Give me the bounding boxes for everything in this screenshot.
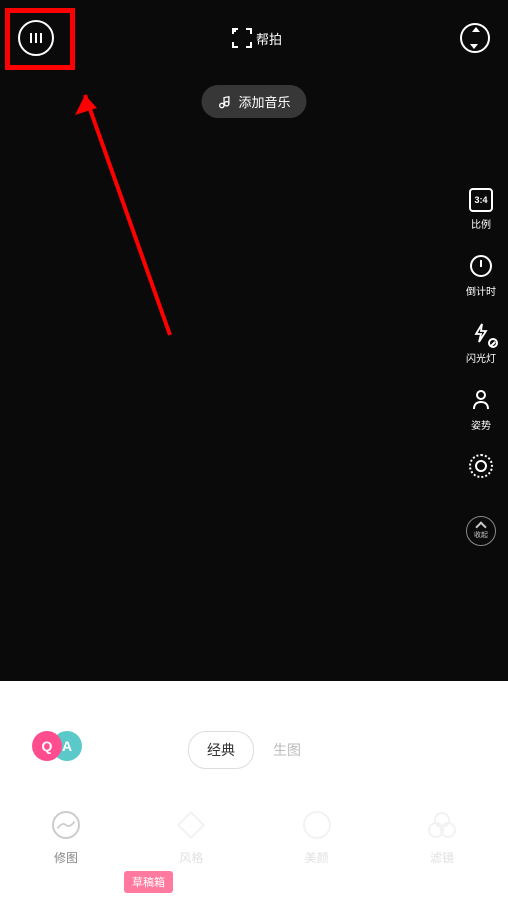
tab-raw[interactable]: 生图 — [254, 731, 320, 769]
beauty-button[interactable] — [469, 454, 493, 482]
timer-button[interactable]: 倒计时 — [466, 253, 496, 298]
ratio-label: 比例 — [471, 216, 491, 231]
bottom-panel: Q A 经典 生图 修图 风格 美颜 滤镜 草稿箱 — [0, 681, 508, 905]
switch-camera-button[interactable] — [460, 23, 490, 53]
style-label: 风格 — [179, 849, 203, 866]
flash-button[interactable]: 闪光灯 — [466, 320, 496, 365]
camera-viewport: 帮拍 添加音乐 3:4 比例 倒计时 闪光灯 — [0, 0, 508, 681]
pose-icon — [470, 389, 492, 411]
aspect-ratio-button[interactable]: 3:4 比例 — [469, 188, 493, 231]
beauty-face-button[interactable]: 美颜 — [301, 809, 333, 866]
pose-button[interactable]: 姿势 — [468, 387, 494, 432]
beauty-icon — [469, 454, 493, 478]
face-icon — [303, 811, 331, 839]
timer-label: 倒计时 — [466, 283, 496, 298]
style-button[interactable]: 风格 — [175, 809, 207, 866]
bottom-tools-row: 修图 风格 美颜 滤镜 — [0, 769, 508, 866]
top-bar: 帮拍 — [0, 20, 508, 56]
retouch-button[interactable]: 修图 — [50, 809, 82, 866]
tutorial-arrow — [40, 75, 240, 355]
diamond-icon — [177, 811, 205, 839]
menu-button[interactable] — [18, 20, 54, 56]
viewfinder-icon — [232, 28, 252, 48]
draft-watermark: 草稿箱 — [124, 871, 173, 893]
q-icon: Q — [32, 731, 62, 761]
add-music-label: 添加音乐 — [238, 92, 290, 111]
retouch-label: 修图 — [54, 849, 78, 866]
add-music-button[interactable]: 添加音乐 — [201, 85, 306, 118]
music-note-icon — [217, 95, 231, 109]
collapse-tools-button[interactable]: 收起 — [466, 516, 496, 546]
flash-label: 闪光灯 — [466, 350, 496, 365]
side-tools-panel: 3:4 比例 倒计时 闪光灯 姿势 — [466, 188, 496, 546]
tab-classic[interactable]: 经典 — [188, 731, 254, 769]
filter-button[interactable]: 滤镜 — [426, 809, 458, 866]
filter-icon — [428, 812, 456, 838]
timer-icon — [470, 255, 492, 277]
help-capture-button[interactable]: 帮拍 — [232, 28, 282, 48]
retouch-icon — [52, 811, 80, 839]
beauty-face-label: 美颜 — [305, 849, 329, 866]
pose-label: 姿势 — [471, 417, 491, 432]
help-capture-label: 帮拍 — [256, 29, 282, 48]
flash-icon — [468, 320, 494, 346]
filter-label: 滤镜 — [430, 849, 454, 866]
ratio-icon: 3:4 — [469, 188, 493, 212]
qa-badge[interactable]: Q A — [32, 731, 82, 761]
